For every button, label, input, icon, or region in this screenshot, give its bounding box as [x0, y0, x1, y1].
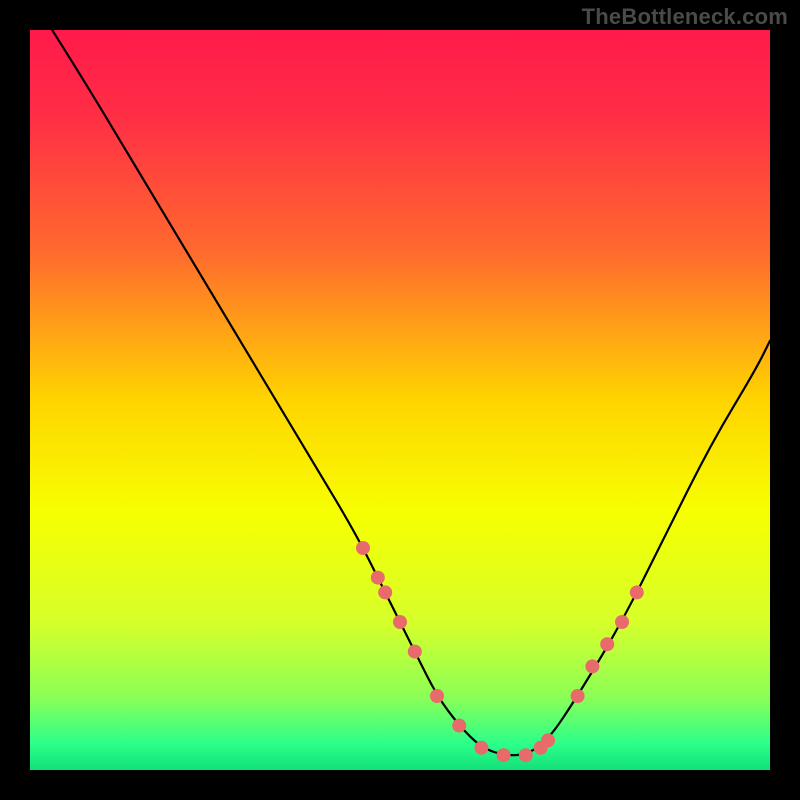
highlight-point	[356, 541, 370, 555]
highlight-point	[541, 733, 555, 747]
highlight-point	[474, 741, 488, 755]
highlight-point	[600, 637, 614, 651]
chart-frame: TheBottleneck.com	[0, 0, 800, 800]
highlight-point	[408, 645, 422, 659]
highlight-point	[497, 748, 511, 762]
highlight-point	[378, 585, 392, 599]
highlight-point	[585, 659, 599, 673]
highlight-point	[393, 615, 407, 629]
highlight-point	[571, 689, 585, 703]
highlight-point	[519, 748, 533, 762]
highlight-point	[615, 615, 629, 629]
watermark-text: TheBottleneck.com	[582, 4, 788, 30]
highlight-point	[371, 571, 385, 585]
highlight-point	[430, 689, 444, 703]
background-rect	[30, 30, 770, 770]
highlight-point	[630, 585, 644, 599]
highlight-point	[452, 719, 466, 733]
bottleneck-chart	[30, 30, 770, 770]
